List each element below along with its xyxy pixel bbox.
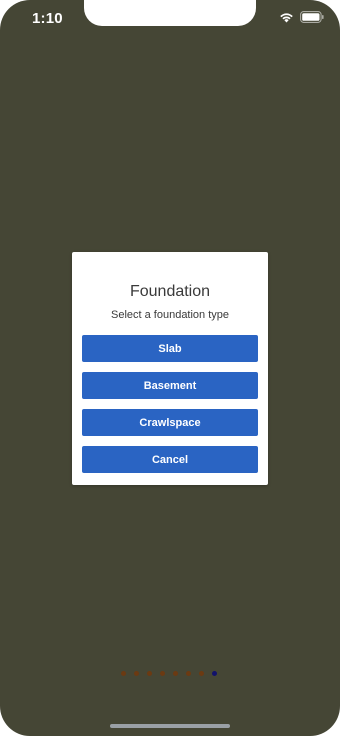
dialog-subtitle: Select a foundation type [110, 309, 230, 321]
cancel-button[interactable]: Cancel [82, 446, 258, 473]
page-dot[interactable] [186, 671, 191, 676]
basement-button[interactable]: Basement [82, 372, 258, 399]
page-dot[interactable] [134, 671, 139, 676]
page-indicator[interactable] [121, 671, 221, 679]
page-dot[interactable] [147, 671, 152, 676]
page-dot[interactable] [173, 671, 178, 676]
wifi-icon [279, 12, 294, 23]
page-dot[interactable] [199, 671, 204, 676]
page-dot-active[interactable] [212, 671, 217, 676]
status-time: 1:10 [32, 10, 63, 27]
page-dot[interactable] [121, 671, 126, 676]
slab-button[interactable]: Slab [82, 335, 258, 362]
page-dot[interactable] [160, 671, 165, 676]
dialog-title: Foundation [129, 283, 211, 300]
camera-notch [84, 0, 256, 26]
home-indicator[interactable] [110, 724, 230, 728]
battery-icon [300, 11, 324, 23]
device-frame: 1:10 Foundation Select a foundation type… [0, 0, 340, 736]
status-bar: 1:10 [0, 0, 340, 36]
app-screen: 1:10 Foundation Select a foundation type… [0, 0, 340, 736]
foundation-dialog: Foundation Select a foundation type Slab… [72, 252, 268, 485]
status-icons [279, 11, 324, 23]
crawlspace-button[interactable]: Crawlspace [82, 409, 258, 436]
